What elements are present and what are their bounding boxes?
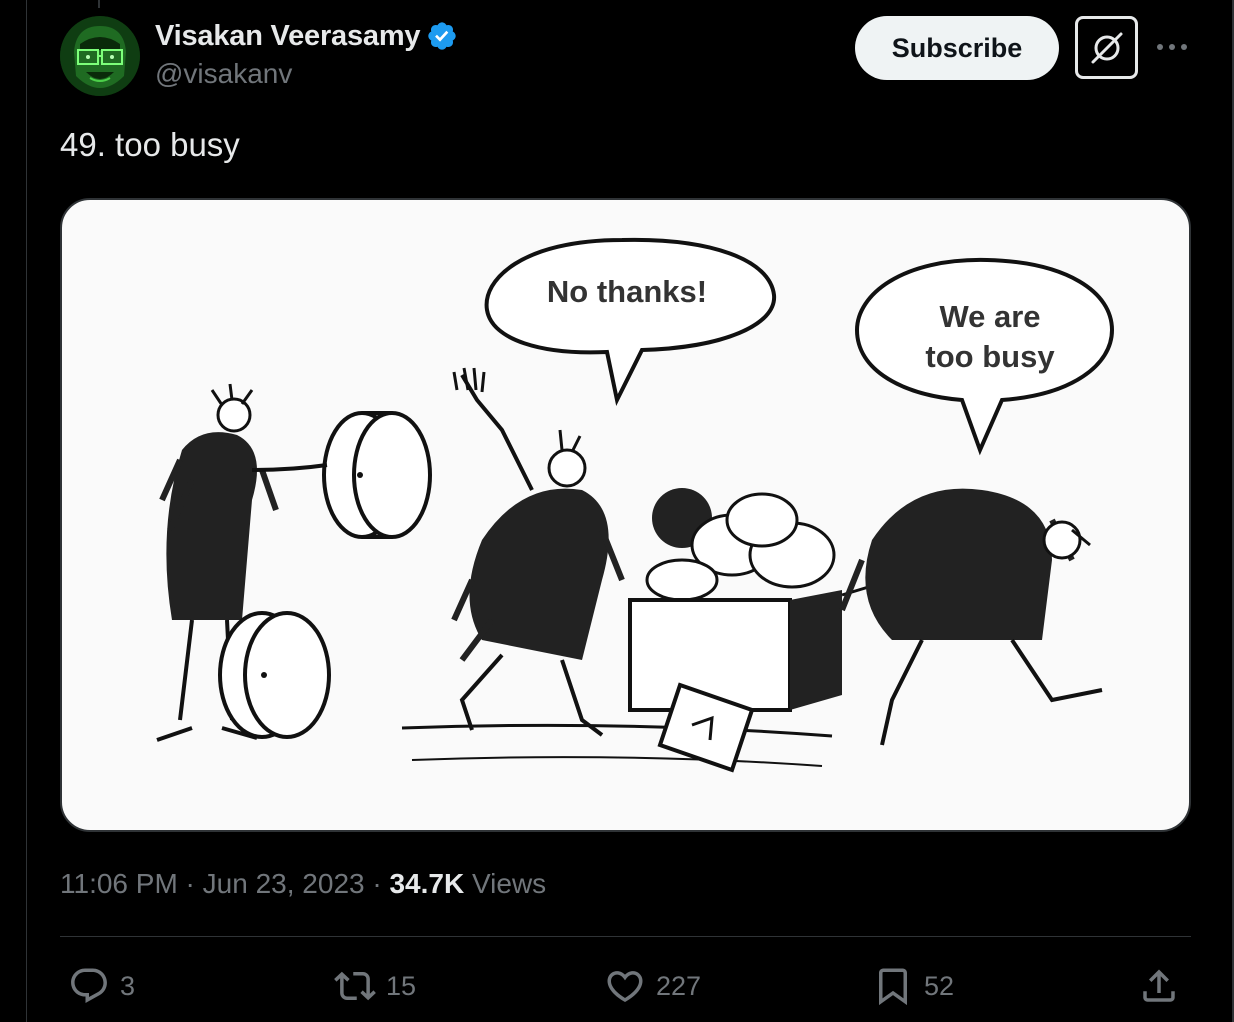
views-label: Views — [464, 868, 547, 899]
author-name-row[interactable]: Visakan Veerasamy — [155, 16, 458, 56]
tweet-metadata: 11:06 PM · Jun 23, 2023 · 34.7K Views — [60, 866, 546, 902]
reply-count: 3 — [120, 970, 136, 1001]
reply-button[interactable]: 3 — [68, 958, 135, 1014]
avatar[interactable] — [60, 16, 140, 96]
reply-icon — [71, 968, 107, 1003]
tweet-text: 49. too busy — [60, 126, 240, 163]
thread-connector — [98, 0, 100, 8]
caveman-inventor — [156, 383, 432, 742]
author-name[interactable]: Visakan Veerasamy — [155, 20, 421, 53]
author-handle[interactable]: @visakanv — [155, 58, 292, 90]
more-button[interactable] — [1152, 30, 1192, 64]
meta-separator-2: · — [364, 868, 390, 899]
speech-bubble-left — [484, 237, 777, 407]
tweet-time[interactable]: 11:06 PM — [60, 868, 178, 900]
column-border-left — [26, 0, 27, 1022]
bubble-right-text-line1: We are — [939, 299, 1040, 334]
verified-badge-icon[interactable] — [426, 20, 458, 52]
meta-separator: · — [177, 868, 203, 899]
tweet-image[interactable]: No thanks! We are too busy — [60, 198, 1191, 832]
repost-icon — [334, 971, 376, 1001]
divider — [60, 936, 1191, 937]
like-button[interactable]: 227 — [604, 958, 701, 1014]
heart-icon — [607, 971, 643, 1003]
bubble-left-text: No thanks! — [547, 274, 707, 309]
bookmark-count: 52 — [924, 970, 955, 1001]
action-bar: 3 15 227 52 — [60, 958, 1191, 1014]
bubble-right-text-line2: too busy — [925, 339, 1055, 374]
avatar-image — [60, 16, 140, 96]
like-count: 227 — [656, 970, 702, 1001]
caveman-declining — [451, 367, 625, 737]
share-button[interactable] — [1138, 958, 1180, 1014]
more-icon — [1157, 44, 1187, 50]
caveman-pulling-cart — [839, 488, 1103, 746]
bookmark-button[interactable]: 52 — [872, 958, 954, 1014]
views-count: 34.7K — [389, 868, 465, 899]
caveman-cartoon-illustration: No thanks! We are too busy — [156, 237, 1115, 773]
tweet-detail-view: Visakan Veerasamy @visakanv Subscribe 49… — [0, 0, 1234, 1022]
repost-count: 15 — [386, 970, 417, 1001]
subscribe-button[interactable]: Subscribe — [855, 16, 1059, 80]
tweet-date[interactable]: Jun 23, 2023 — [203, 868, 365, 900]
repost-button[interactable]: 15 — [334, 958, 416, 1014]
grok-icon — [1091, 32, 1122, 63]
share-icon — [1143, 969, 1175, 1002]
bookmark-icon — [879, 968, 907, 1006]
grok-button[interactable] — [1075, 16, 1138, 79]
